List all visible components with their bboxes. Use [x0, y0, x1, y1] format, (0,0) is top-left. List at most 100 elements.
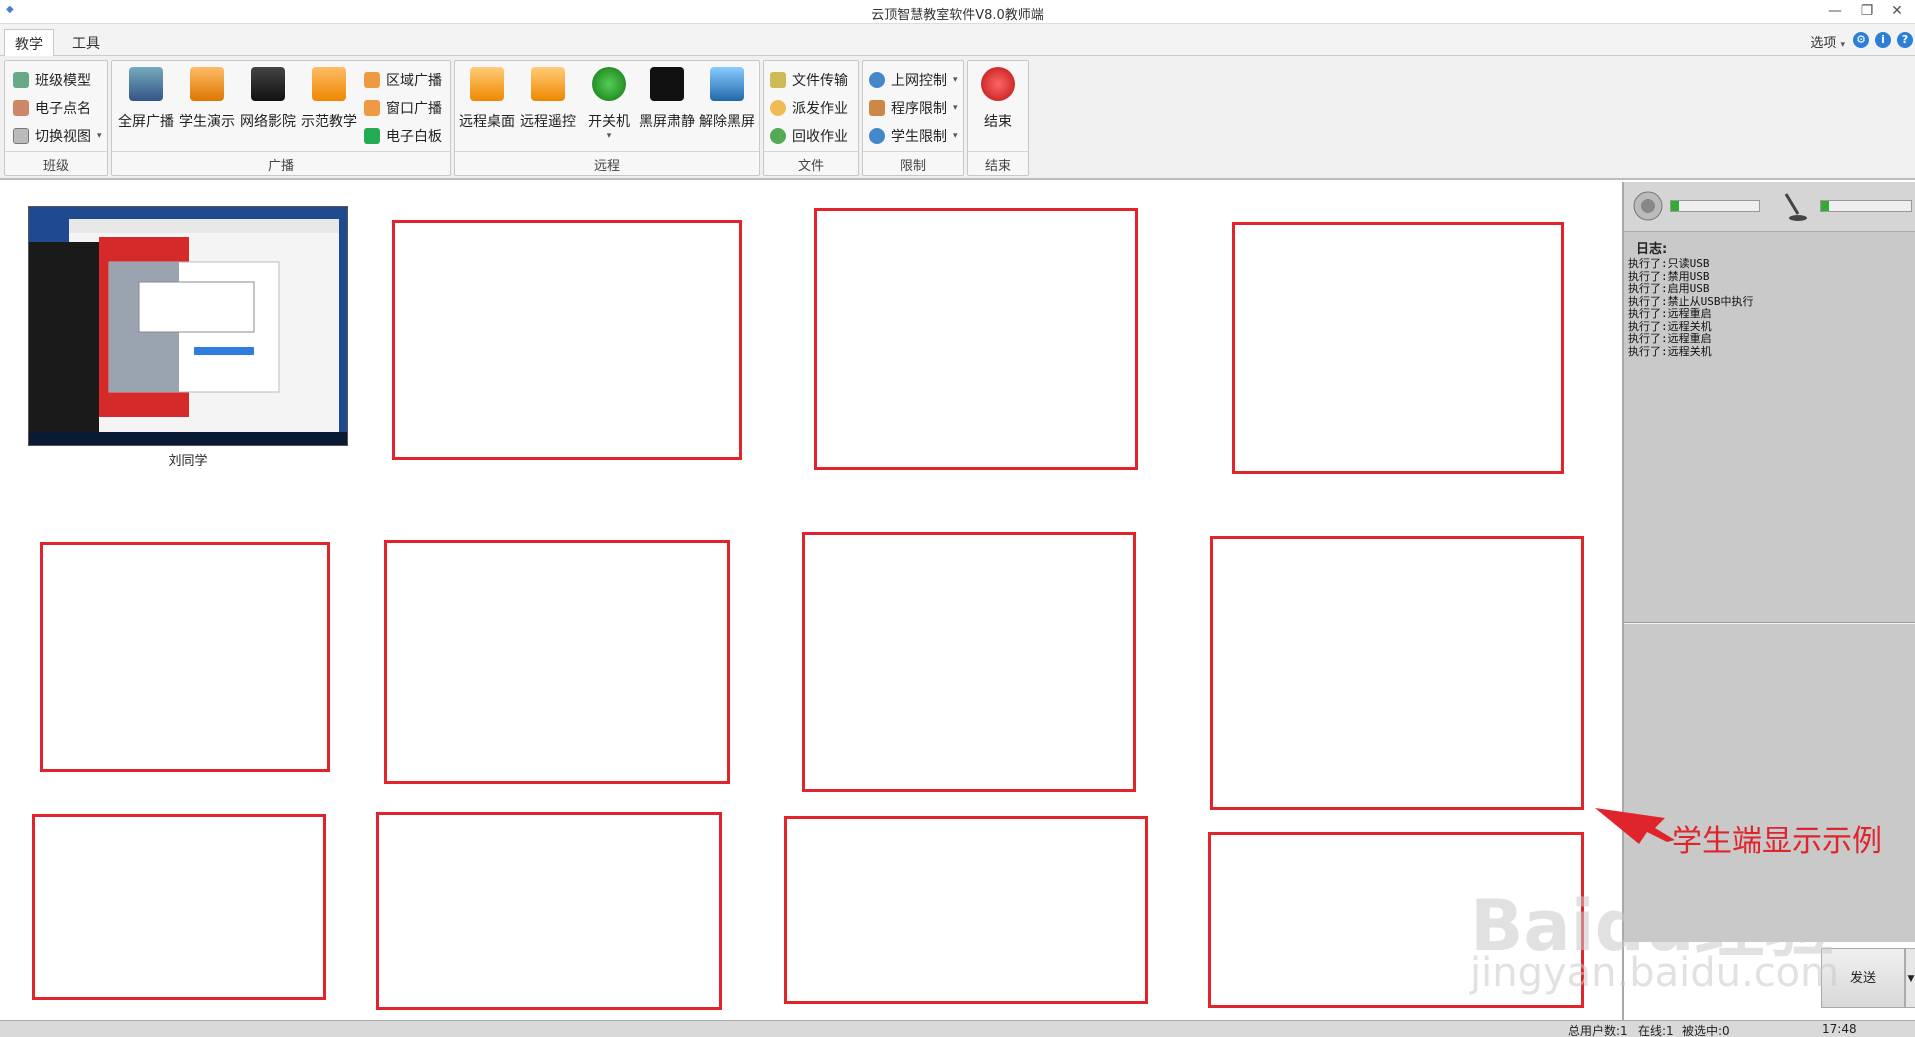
- dispatch-homework-button[interactable]: 派发作业: [770, 97, 848, 119]
- unblack-screen-button[interactable]: 解除黑屏: [697, 65, 757, 131]
- student-slot[interactable]: [40, 542, 330, 772]
- student-slot[interactable]: [1232, 222, 1564, 474]
- speaker-volume-fill: [1671, 201, 1679, 211]
- program-limit-button[interactable]: 程序限制 ▾: [869, 97, 958, 119]
- options-menu[interactable]: 选项 ▾: [1810, 32, 1845, 51]
- help-icon[interactable]: ?: [1897, 32, 1913, 48]
- tab-teaching[interactable]: 教学: [4, 29, 54, 56]
- demo-teaching-icon: [312, 67, 346, 101]
- black-screen-icon: [650, 67, 684, 101]
- end-label: 结束: [984, 114, 1012, 130]
- end-icon: [981, 67, 1015, 101]
- area-broadcast-label: 区域广播: [386, 73, 442, 89]
- log-line: 执行了:远程重启: [1628, 332, 1712, 345]
- student-limit-button[interactable]: 学生限制 ▾: [869, 125, 958, 147]
- class-model-button[interactable]: 班级模型: [13, 69, 91, 91]
- class-model-icon: [13, 72, 29, 88]
- tab-bar: 教学 工具 选项 ▾ ⚙ i ?: [0, 24, 1915, 56]
- power-label: 开关机: [588, 114, 630, 130]
- microphone-volume-slider[interactable]: [1820, 200, 1912, 212]
- student-slot[interactable]: [1210, 536, 1584, 810]
- chevron-down-icon: ▾: [953, 131, 958, 141]
- log-title: 日志:: [1636, 242, 1668, 257]
- student-demo-label: 学生演示: [179, 114, 235, 130]
- remote-control-button[interactable]: 远程遥控: [518, 65, 578, 131]
- student-slot[interactable]: [392, 220, 742, 460]
- chevron-down-icon: ▾: [97, 131, 102, 141]
- microphone-icon[interactable]: [1776, 188, 1812, 224]
- speaker-volume-slider[interactable]: [1670, 200, 1760, 212]
- collect-homework-label: 回收作业: [792, 129, 848, 145]
- whiteboard-button[interactable]: 电子白板: [364, 125, 442, 147]
- roll-call-button[interactable]: 电子点名: [13, 97, 91, 119]
- internet-control-button[interactable]: 上网控制 ▾: [869, 69, 958, 91]
- group-label-file: 文件: [764, 151, 858, 174]
- student-slot[interactable]: [814, 208, 1138, 470]
- group-end: 结束 结束: [967, 60, 1029, 176]
- info-icon[interactable]: i: [1875, 32, 1891, 48]
- log-line: 执行了:远程重启: [1628, 307, 1712, 320]
- minimize-icon[interactable]: —: [1823, 3, 1847, 19]
- student-demo-button[interactable]: 学生演示: [177, 65, 237, 131]
- file-transfer-button[interactable]: 文件传输: [770, 69, 848, 91]
- send-dropdown-chevron-icon[interactable]: ▼: [1905, 948, 1915, 1008]
- group-limit: 上网控制 ▾ 程序限制 ▾ 学生限制 ▾ 限制: [862, 60, 964, 176]
- student-slot[interactable]: [32, 814, 326, 1000]
- unblack-screen-icon: [710, 67, 744, 101]
- window-broadcast-label: 窗口广播: [386, 101, 442, 117]
- status-bar: 总用户数:1 在线:1 被选中:0 17:48: [0, 1020, 1915, 1037]
- log-list: 执行了:只读USB 执行了:禁用USB 执行了:启用USB 执行了:禁止从USB…: [1628, 257, 1754, 358]
- end-button[interactable]: 结束: [968, 65, 1028, 131]
- student-demo-icon: [190, 67, 224, 101]
- window-broadcast-button[interactable]: 窗口广播: [364, 97, 442, 119]
- remote-control-label: 远程遥控: [520, 114, 576, 130]
- student-slot[interactable]: [784, 816, 1148, 1004]
- area-broadcast-icon: [364, 72, 380, 88]
- title-bar: ◆ 云顶智慧教室软件V8.0教师端 — ❐ ✕: [0, 0, 1915, 24]
- switch-view-button[interactable]: 切换视图 ▾: [13, 125, 102, 147]
- status-time: 17:48: [1822, 1022, 1857, 1036]
- chevron-down-icon: ▾: [606, 131, 612, 141]
- close-icon[interactable]: ✕: [1885, 3, 1909, 19]
- status-total-users: 总用户数:1: [1568, 1024, 1628, 1037]
- power-button[interactable]: 开关机 ▾: [579, 65, 639, 141]
- internet-control-label: 上网控制: [891, 73, 947, 89]
- group-label-broadcast: 广播: [112, 151, 450, 174]
- fullscreen-broadcast-icon: [129, 67, 163, 101]
- remote-desktop-button[interactable]: 远程桌面: [457, 65, 517, 131]
- student-screen-thumbnail[interactable]: [28, 206, 348, 446]
- group-label-class: 班级: [5, 151, 107, 174]
- class-model-label: 班级模型: [35, 73, 91, 89]
- whiteboard-label: 电子白板: [386, 129, 442, 145]
- chevron-down-icon: ▾: [953, 75, 958, 85]
- collect-homework-icon: [770, 128, 786, 144]
- file-transfer-icon: [770, 72, 786, 88]
- student-slot[interactable]: [376, 812, 722, 1010]
- group-file: 文件传输 派发作业 回收作业 文件: [763, 60, 859, 176]
- switch-view-label: 切换视图: [35, 129, 91, 145]
- power-icon: [592, 67, 626, 101]
- student-slot[interactable]: [802, 532, 1136, 792]
- restore-icon[interactable]: ❐: [1855, 3, 1879, 19]
- student-screen-preview: [29, 207, 347, 445]
- speaker-icon[interactable]: [1632, 190, 1664, 222]
- tab-tools[interactable]: 工具: [62, 29, 110, 56]
- group-broadcast: 全屏广播 学生演示 网络影院 示范教学 区域广播 窗口广播 电子白板 广播: [111, 60, 451, 176]
- window-broadcast-icon: [364, 100, 380, 116]
- group-class: 班级模型 电子点名 切换视图 ▾ 班级: [4, 60, 108, 176]
- area-broadcast-button[interactable]: 区域广播: [364, 69, 442, 91]
- collect-homework-button[interactable]: 回收作业: [770, 125, 848, 147]
- fullscreen-broadcast-button[interactable]: 全屏广播: [116, 65, 176, 131]
- demo-teaching-button[interactable]: 示范教学: [299, 65, 359, 131]
- dispatch-homework-label: 派发作业: [792, 101, 848, 117]
- internet-control-icon: [869, 72, 885, 88]
- ribbon: 班级模型 电子点名 切换视图 ▾ 班级 全屏广播 学生演示 网络影院 示范教学: [0, 56, 1915, 180]
- remote-desktop-label: 远程桌面: [459, 114, 515, 130]
- settings-icon[interactable]: ⚙: [1853, 32, 1869, 48]
- unblack-screen-label: 解除黑屏: [699, 114, 755, 130]
- dispatch-homework-icon: [770, 100, 786, 116]
- student-slot[interactable]: [384, 540, 730, 784]
- panel-divider[interactable]: [1624, 622, 1915, 624]
- network-cinema-button[interactable]: 网络影院: [238, 65, 298, 131]
- black-screen-button[interactable]: 黑屏肃静: [637, 65, 697, 131]
